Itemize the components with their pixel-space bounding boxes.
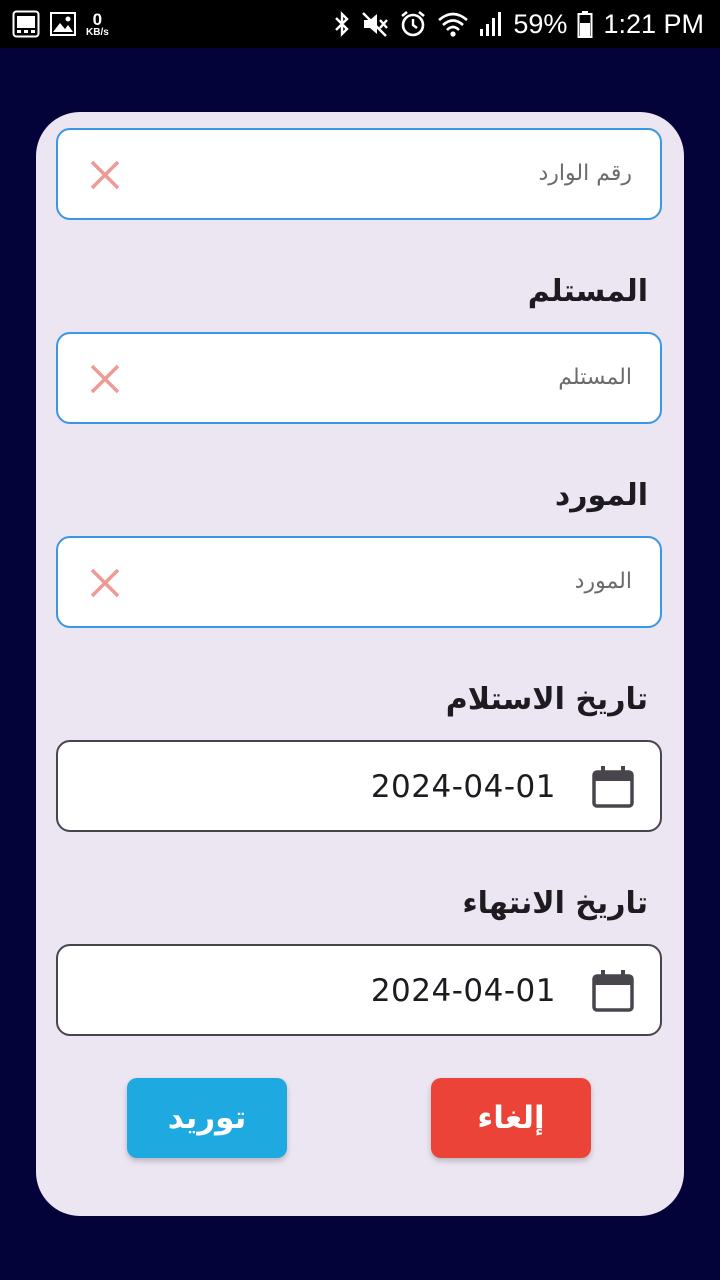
calendar-icon[interactable] bbox=[590, 968, 636, 1014]
network-speed: 0 KB/s bbox=[86, 11, 109, 38]
incoming-number-placeholder: رقم الوارد bbox=[538, 161, 633, 186]
receiver-field[interactable]: المستلم bbox=[56, 332, 662, 424]
cancel-button[interactable]: إلغاء bbox=[431, 1078, 591, 1158]
supplier-field[interactable]: المورد bbox=[56, 536, 662, 628]
network-speed-value: 0 bbox=[92, 9, 103, 29]
clock: 1:21 PM bbox=[603, 8, 704, 39]
status-bar-right: 59% 1:21 PM bbox=[333, 9, 704, 40]
receiver-placeholder: المستلم bbox=[558, 365, 632, 390]
supply-button[interactable]: توريد bbox=[127, 1078, 287, 1158]
end-date-field[interactable]: 2024-04-01 bbox=[56, 944, 662, 1036]
clear-icon[interactable] bbox=[88, 566, 122, 600]
screen-recorder-icon bbox=[12, 10, 40, 38]
mute-icon bbox=[362, 12, 389, 37]
clear-icon[interactable] bbox=[88, 158, 122, 192]
clear-icon[interactable] bbox=[88, 362, 122, 396]
form-card: رقم الوارد المستلم المستلم المورد المورد… bbox=[36, 112, 684, 1216]
receiver-label: المستلم bbox=[527, 274, 648, 309]
alarm-icon bbox=[401, 10, 426, 37]
bluetooth-icon bbox=[335, 11, 350, 37]
status-bar-left: 0 KB/s bbox=[12, 10, 109, 38]
network-speed-unit: KB/s bbox=[86, 26, 109, 38]
wifi-icon bbox=[438, 12, 469, 37]
incoming-number-field[interactable]: رقم الوارد bbox=[56, 128, 662, 220]
battery-icon bbox=[577, 11, 593, 38]
signal-icon bbox=[480, 12, 502, 36]
calendar-icon[interactable] bbox=[590, 764, 636, 810]
receive-date-value: 2024-04-01 bbox=[370, 769, 556, 805]
receive-date-label: تاريخ الاستلام bbox=[445, 682, 648, 717]
supplier-label: المورد bbox=[554, 478, 648, 513]
gallery-icon bbox=[50, 12, 76, 36]
receive-date-field[interactable]: 2024-04-01 bbox=[56, 740, 662, 832]
battery-percent: 59% bbox=[513, 8, 568, 39]
supplier-placeholder: المورد bbox=[574, 569, 632, 594]
end-date-label: تاريخ الانتهاء bbox=[462, 886, 648, 921]
status-bar: 0 KB/s 59% 1:21 PM bbox=[0, 0, 720, 48]
end-date-value: 2024-04-01 bbox=[370, 973, 556, 1009]
